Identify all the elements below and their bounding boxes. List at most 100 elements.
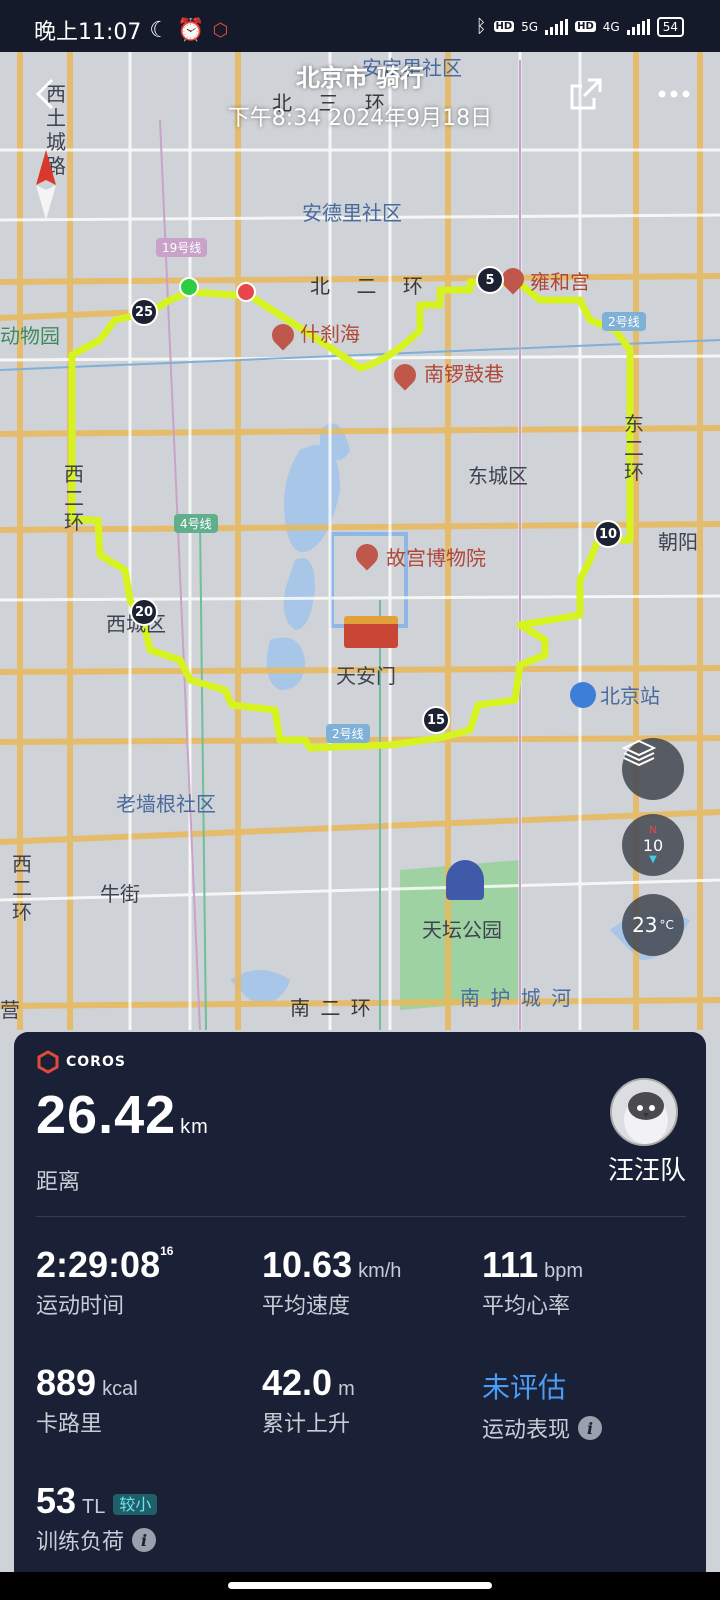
stat-speed: 10.63 km/h 平均速度 bbox=[262, 1244, 401, 1320]
duration-value: 2:29:08 bbox=[36, 1244, 161, 1285]
activity-stats-panel: COROS 26.42 km 距离 汪汪队 2:29:0816 运动时间 10.6… bbox=[14, 1032, 706, 1572]
temperature-value: 23 bbox=[632, 913, 658, 937]
status-bar: 晚上11:07 ☾ ⏰ ⬡ ᛒ HD 5G HD 4G 54 bbox=[0, 0, 720, 52]
compass-button[interactable]: N 10 ▼ bbox=[622, 814, 684, 876]
stat-calories: 889 kcal 卡路里 bbox=[36, 1362, 138, 1438]
app-notification-icon: ⬡ bbox=[212, 19, 229, 41]
distance-value: 26.42 bbox=[36, 1085, 177, 1145]
map-label-dongchengqu: 东城区 bbox=[468, 464, 528, 488]
perf-label: 运动表现 bbox=[482, 1418, 571, 1443]
map-label-laoqianggen: 老墙根社区 bbox=[116, 792, 216, 816]
ascent-unit: m bbox=[338, 1378, 355, 1400]
map-label-yonghegong: 雍和宫 bbox=[530, 270, 590, 294]
tiantan-icon bbox=[446, 860, 484, 900]
km-marker-10: 10 bbox=[594, 520, 622, 548]
tl-info-icon[interactable]: i bbox=[132, 1528, 157, 1552]
hr-label: 平均心率 bbox=[482, 1294, 571, 1319]
map-label-niujie: 牛街 bbox=[100, 882, 140, 906]
route-start-marker bbox=[179, 277, 199, 297]
distance-unit: km bbox=[180, 1116, 209, 1138]
tiananmen-icon bbox=[344, 616, 398, 648]
activity-datetime: 下午8:34 2024年9月18日 bbox=[227, 106, 493, 131]
stat-training-load: 53 TL 较小 训练负荷 i bbox=[36, 1480, 158, 1556]
distance-label: 距离 bbox=[36, 1170, 81, 1195]
signal-icon bbox=[545, 18, 569, 35]
brand-name: COROS bbox=[66, 1054, 126, 1070]
hd-badge: HD bbox=[493, 21, 515, 32]
metro-line-4-badge: 4号线 bbox=[174, 514, 218, 533]
cal-unit: kcal bbox=[102, 1378, 138, 1400]
duration-label: 运动时间 bbox=[36, 1294, 125, 1319]
road-label-nanhuchenghe: 南 护 城 河 bbox=[460, 986, 574, 1010]
network-4g-label: 4G bbox=[602, 19, 620, 34]
tl-unit: TL bbox=[82, 1496, 106, 1518]
map-label-ying: 营 bbox=[0, 998, 20, 1022]
bluetooth-icon: ᛒ bbox=[475, 16, 487, 37]
compass-value: 10 bbox=[642, 835, 664, 855]
km-marker-20: 20 bbox=[130, 598, 158, 626]
compass-n-icon: N bbox=[649, 824, 657, 836]
network-5g-label: 5G bbox=[521, 19, 539, 34]
moon-icon: ☾ bbox=[149, 17, 170, 43]
compass-pointer-icon: ▼ bbox=[649, 853, 657, 865]
weather-button[interactable]: 23 °C bbox=[622, 894, 684, 956]
share-button[interactable] bbox=[566, 74, 606, 114]
route-end-marker bbox=[236, 282, 256, 302]
map-label-tiananmen: 天安门 bbox=[336, 664, 396, 688]
hd-badge-2: HD bbox=[575, 21, 596, 32]
speed-value: 10.63 bbox=[262, 1244, 353, 1285]
map-label-dongwuyuan: 动物园 bbox=[0, 324, 60, 348]
perf-info-icon[interactable]: i bbox=[578, 1416, 603, 1440]
road-label-nanerhuan: 南 二 环 bbox=[290, 996, 373, 1020]
speed-label: 平均速度 bbox=[262, 1294, 351, 1319]
ascent-label: 累计上升 bbox=[262, 1412, 351, 1437]
tl-label: 训练负荷 bbox=[36, 1530, 125, 1555]
distance-value-row: 26.42 km bbox=[36, 1084, 209, 1146]
map-label-anding: 安德里社区 bbox=[302, 201, 402, 225]
more-dots-icon bbox=[658, 90, 690, 98]
map-label-beijingzhan: 北京站 bbox=[600, 684, 660, 708]
tl-badge: 较小 bbox=[113, 1494, 158, 1516]
train-station-icon bbox=[570, 682, 596, 708]
layers-icon bbox=[622, 739, 656, 767]
perf-value[interactable]: 未评估 bbox=[482, 1366, 602, 1406]
map-layers-button[interactable] bbox=[622, 738, 684, 800]
metro-line-19-badge: 19号线 bbox=[156, 238, 208, 257]
coros-logo-icon bbox=[37, 1050, 59, 1074]
road-label-dongerhuan: 东二环 bbox=[624, 412, 644, 484]
page-title: 北京市 骑行 bbox=[295, 64, 425, 92]
home-indicator[interactable] bbox=[228, 1582, 492, 1589]
more-options-button[interactable] bbox=[654, 82, 694, 110]
speed-unit: km/h bbox=[358, 1260, 402, 1282]
divider bbox=[36, 1216, 686, 1217]
road-label-beierhuan: 北 二 环 bbox=[310, 274, 433, 298]
duration-sub: 16 bbox=[160, 1244, 174, 1258]
stat-performance[interactable]: 未评估 运动表现 i bbox=[482, 1366, 603, 1444]
map-label-nanluoguxiang: 南锣鼓巷 bbox=[424, 362, 504, 386]
map-label-tiantan: 天坛公园 bbox=[422, 918, 502, 942]
tl-value: 53 bbox=[36, 1480, 77, 1521]
signal-icon-2 bbox=[626, 18, 650, 35]
map-label-gugong: 故宫博物院 bbox=[386, 546, 486, 570]
km-marker-5: 5 bbox=[476, 266, 504, 294]
north-compass-icon bbox=[36, 150, 56, 220]
road-label-xierhuan: 西二环 bbox=[64, 462, 84, 534]
alarm-icon: ⏰ bbox=[177, 17, 205, 43]
cal-label: 卡路里 bbox=[36, 1412, 103, 1437]
km-marker-25: 25 bbox=[130, 298, 158, 326]
battery-indicator: 54 bbox=[656, 16, 684, 37]
share-icon bbox=[570, 78, 602, 110]
avatar[interactable] bbox=[610, 1078, 678, 1146]
cal-value: 889 bbox=[36, 1362, 97, 1403]
road-label-xierhuan2: 西二环 bbox=[12, 852, 32, 924]
map-label-chaoyang: 朝阳 bbox=[658, 530, 698, 554]
map-label-shichahai: 什刹海 bbox=[300, 322, 360, 346]
status-time: 晚上11:07 bbox=[34, 20, 142, 45]
metro-line-2-badge: 2号线 bbox=[602, 312, 646, 331]
stat-heart-rate: 111 bpm 平均心率 bbox=[482, 1244, 583, 1320]
metro-line-2b-badge: 2号线 bbox=[326, 724, 370, 743]
hr-unit: bpm bbox=[544, 1260, 583, 1282]
hr-value: 111 bbox=[482, 1244, 539, 1285]
ascent-value: 42.0 bbox=[262, 1362, 333, 1403]
penguin-avatar-icon bbox=[612, 1080, 676, 1144]
